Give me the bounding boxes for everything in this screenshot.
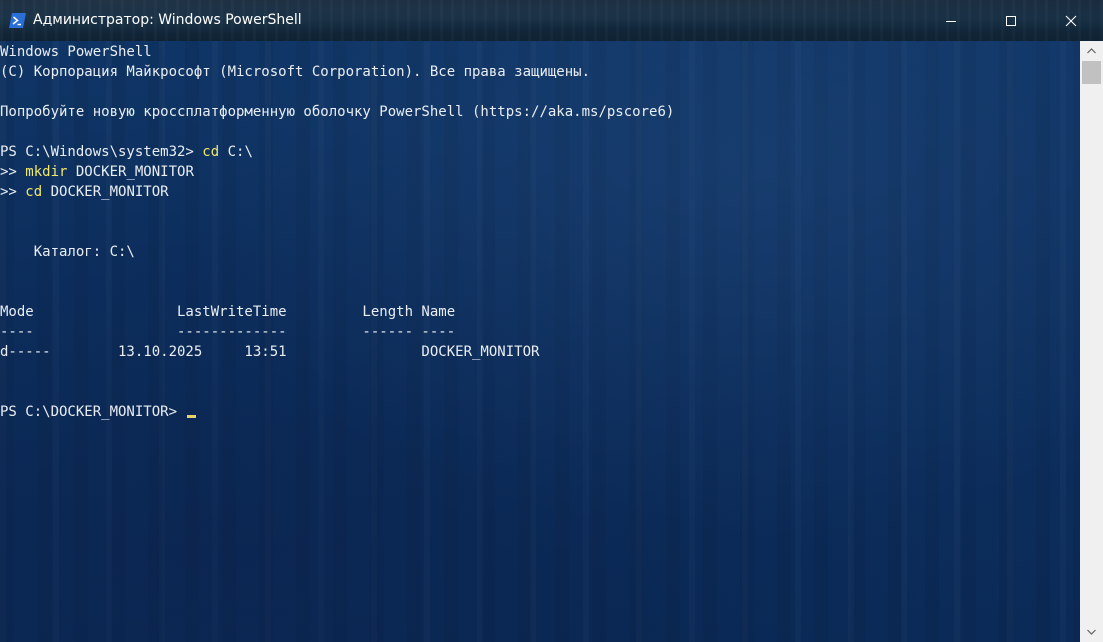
table-header: Mode LastWriteTime Length Name [0,304,456,320]
maximize-icon [1006,16,1016,26]
close-button[interactable] [1048,0,1094,41]
header-line-2: (C) Корпорация Майкрософт (Microsoft Cor… [0,64,591,80]
command-keyword: mkdir [25,164,68,180]
command-line-2: >> mkdir DOCKER_MONITOR [0,162,194,182]
prompt: PS C:\DOCKER_MONITOR> [0,404,178,420]
vertical-scrollbar[interactable] [1080,41,1103,642]
current-prompt-line[interactable]: PS C:\DOCKER_MONITOR> [0,402,197,422]
command-argument: DOCKER_MONITOR [42,184,169,200]
table-underline: ---- ------------- ------ ---- [0,324,456,340]
continuation-prompt: >> [0,184,26,200]
text-cursor [187,415,197,418]
console-output[interactable]: Windows PowerShell (C) Корпорация Майкро… [0,41,1080,642]
scrollbar-thumb[interactable] [1082,61,1101,84]
command-argument: C:\ [219,144,253,160]
command-keyword: cd [25,184,43,200]
header-line-1: Windows PowerShell [0,44,152,60]
maximize-button[interactable] [988,0,1034,41]
scroll-down-button[interactable] [1080,622,1103,642]
header-line-3: Попробуйте новую кроссплатформенную обол… [0,104,675,120]
minimize-icon [946,21,956,22]
chevron-up-icon [1087,48,1096,54]
close-icon [1065,15,1077,27]
command-line-3: >> cd DOCKER_MONITOR [0,182,169,202]
powershell-window: Администратор: Windows PowerShell Window… [0,0,1103,642]
chevron-down-icon [1087,629,1096,635]
minimize-button[interactable] [928,0,974,41]
command-argument: DOCKER_MONITOR [67,164,194,180]
window-title: Администратор: Windows PowerShell [33,12,302,28]
command-line-1: PS C:\Windows\system32> cd C:\ [0,142,253,162]
directory-line: Каталог: C:\ [0,244,135,260]
powershell-icon [9,13,26,28]
prompt: PS C:\Windows\system32> [0,144,203,160]
scroll-up-button[interactable] [1080,41,1103,61]
continuation-prompt: >> [0,164,26,180]
table-row: d----- 13.10.2025 13:51 DOCKER_MONITOR [0,344,540,360]
title-bar[interactable]: Администратор: Windows PowerShell [0,0,1103,41]
command-keyword: cd [202,144,220,160]
